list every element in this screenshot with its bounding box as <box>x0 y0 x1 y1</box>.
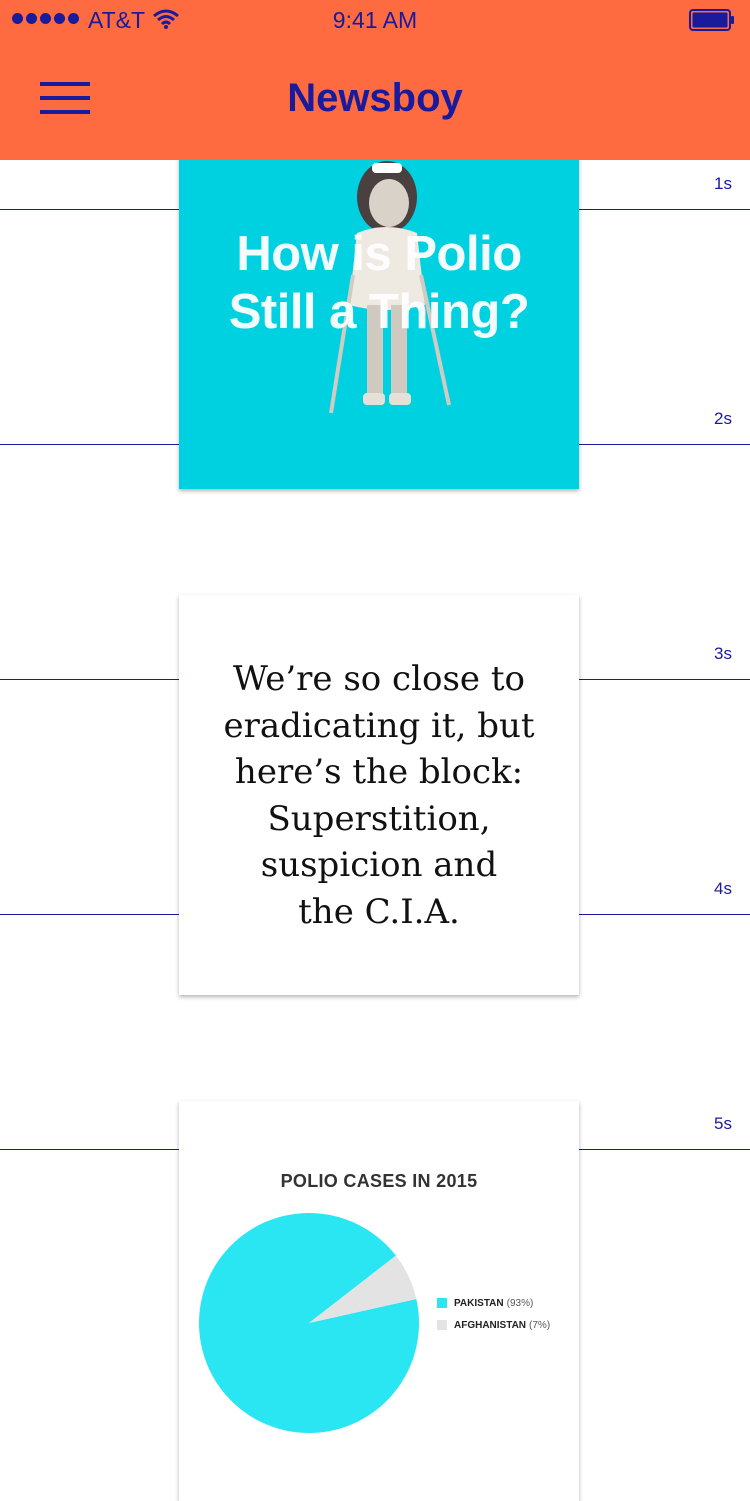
quote-line: here’s the block: <box>234 752 524 792</box>
quote-line: We’re so close to <box>233 659 525 699</box>
timeline-tick-label: 5s <box>714 1114 732 1133</box>
quote-line: the C.I.A. <box>298 891 460 932</box>
battery-icon <box>689 9 734 31</box>
legend-value: (7%) <box>529 1319 551 1331</box>
legend-label: PAKISTAN <box>454 1297 504 1309</box>
app-title: Newsboy <box>287 76 463 120</box>
legend-item: AFGHANISTAN (7%) <box>437 1314 550 1336</box>
legend-swatch <box>437 1320 447 1330</box>
quote-line: eradicating it, but <box>223 705 535 746</box>
legend-label: AFGHANISTAN <box>454 1319 527 1331</box>
timeline-tick-label: 3s <box>714 644 732 663</box>
story-card-quote[interactable]: We’re so close to eradicating it, but he… <box>179 595 579 995</box>
timeline-tick-label: 4s <box>714 879 732 898</box>
story-quote: We’re so close to eradicating it, but he… <box>209 656 549 935</box>
status-bar: AT&T 9:41 AM <box>0 0 750 40</box>
pie-chart <box>199 1213 419 1433</box>
chart-legend: PAKISTAN (93%) AFGHANISTAN (7%) <box>437 1292 550 1336</box>
story-headline: How is Polio Still a Thing? <box>179 225 579 341</box>
chart-title: POLIO CASES IN 2015 <box>280 1171 478 1191</box>
quote-line: Superstition, <box>267 798 491 839</box>
timeline-tick-label: 1s <box>714 174 732 193</box>
timeline-tick-label: 2s <box>714 409 732 428</box>
headline-line: How is Polio <box>236 227 522 281</box>
quote-line: suspicion and <box>260 845 498 885</box>
legend-item: PAKISTAN (93%) <box>437 1292 550 1314</box>
status-time: 9:41 AM <box>332 7 418 33</box>
headline-line: Still a Thing? <box>228 285 530 339</box>
app-header: AT&T 9:41 AM Newsboy <box>0 0 750 160</box>
legend-value: (93%) <box>506 1297 534 1309</box>
story-card-chart[interactable]: POLIO CASES IN 2015 PAKISTAN (93%) AFGHA… <box>179 1101 579 1501</box>
legend-swatch <box>437 1298 447 1308</box>
